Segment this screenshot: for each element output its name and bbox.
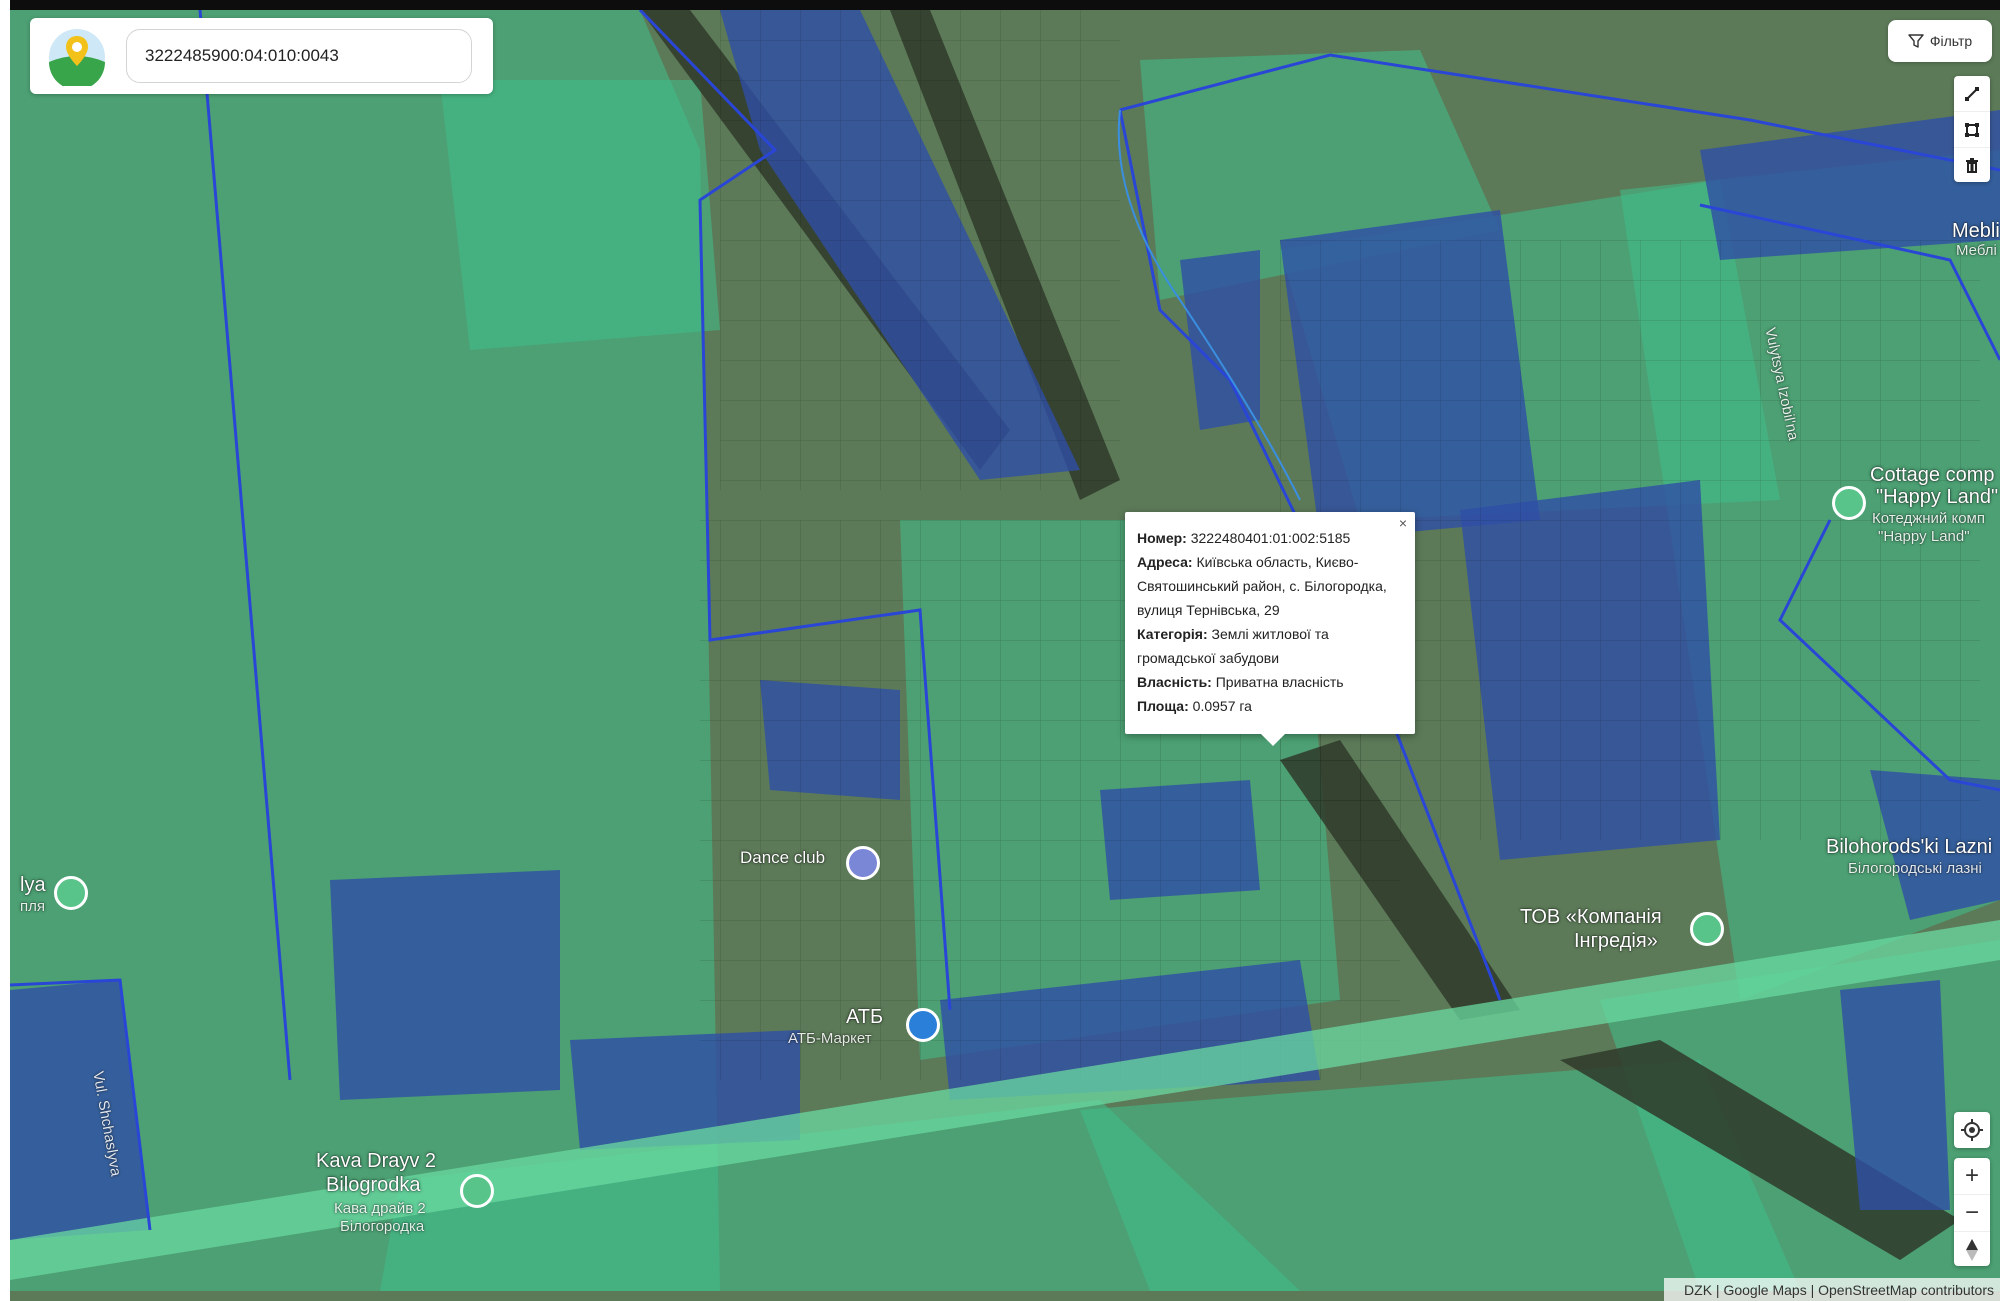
compass-icon bbox=[1966, 1239, 1978, 1261]
tov-pin[interactable] bbox=[1690, 912, 1724, 946]
label-atb-market: АТБ-Маркет bbox=[788, 1030, 872, 1047]
dance-club-pin[interactable] bbox=[846, 846, 880, 880]
crosshair-icon bbox=[1961, 1119, 1983, 1141]
popup-row-ownership: Власність: Приватна власність bbox=[1137, 670, 1403, 694]
label-cottage-1: Cottage comp bbox=[1870, 464, 1995, 486]
left-edge-pin[interactable] bbox=[54, 876, 88, 910]
label-tov-1: ТОВ «Компанія bbox=[1520, 906, 1662, 928]
zoom-out-button[interactable]: − bbox=[1954, 1195, 1990, 1232]
draw-line-button[interactable] bbox=[1954, 76, 1990, 112]
label-kava-drayv-2: Bilogrodka bbox=[326, 1174, 421, 1196]
label-left-edge-2: пля bbox=[20, 898, 45, 915]
kava-drayv-pin[interactable] bbox=[460, 1174, 494, 1208]
filter-icon bbox=[1908, 34, 1924, 48]
cottage-pin[interactable] bbox=[1832, 486, 1866, 520]
label-dance-club: Dance club bbox=[740, 848, 826, 867]
popup-value: Приватна власність bbox=[1211, 674, 1344, 690]
label-cottage-2: "Happy Land" bbox=[1876, 486, 1999, 508]
popup-value: 3222480401:01:002:5185 bbox=[1186, 530, 1351, 546]
app-logo-icon[interactable] bbox=[48, 28, 106, 86]
label-kava-drayv-1: Kava Drayv 2 bbox=[316, 1150, 437, 1172]
label-kava-drayv-4: Білогородка bbox=[340, 1218, 425, 1235]
line-draw-icon bbox=[1965, 86, 1979, 101]
search-panel bbox=[30, 18, 493, 94]
map-attribution[interactable]: DZK | Google Maps | OpenStreetMap contri… bbox=[1664, 1278, 2000, 1301]
label-left-edge-1: lya bbox=[20, 874, 46, 896]
label-cottage-4: "Happy Land" bbox=[1878, 528, 1970, 545]
label-tov-2: Інгредія» bbox=[1574, 930, 1658, 952]
zoom-controls: + − bbox=[1954, 1158, 1990, 1266]
popup-value: 0.0957 га bbox=[1188, 698, 1252, 714]
left-edge-bar bbox=[0, 0, 10, 1301]
compass-button[interactable] bbox=[1954, 1232, 1990, 1268]
draw-polygon-button[interactable] bbox=[1954, 112, 1990, 148]
cadastral-map[interactable] bbox=[10, 10, 2000, 1301]
label-atb: АТБ bbox=[846, 1006, 884, 1028]
popup-close-button[interactable]: × bbox=[1399, 516, 1407, 530]
draw-toolbar bbox=[1954, 76, 1990, 182]
parcel-info-popup: × Номер: 3222480401:01:002:5185 Адреса: … bbox=[1125, 512, 1415, 746]
popup-row-area: Площа: 0.0957 га bbox=[1137, 694, 1403, 718]
label-cottage-3: Котеджний комп bbox=[1872, 510, 1985, 527]
delete-drawing-button[interactable] bbox=[1954, 148, 1990, 183]
polygon-draw-icon bbox=[1965, 122, 1979, 137]
popup-row-category: Категорія: Землі житлової та громадської… bbox=[1137, 622, 1403, 670]
popup-row-address: Адреса: Київська область, Києво-Святошин… bbox=[1137, 550, 1403, 622]
atb-pin[interactable] bbox=[906, 1008, 940, 1042]
zoom-in-button[interactable]: + bbox=[1954, 1158, 1990, 1195]
popup-row-number: Номер: 3222480401:01:002:5185 bbox=[1137, 526, 1403, 550]
trash-icon bbox=[1966, 157, 1978, 173]
popup-label: Адреса: bbox=[1137, 554, 1193, 570]
locate-me-button[interactable] bbox=[1954, 1112, 1990, 1148]
top-edge-bar bbox=[0, 0, 2000, 10]
label-mebli-2: Меблі bbox=[1956, 242, 1997, 259]
popup-label: Номер: bbox=[1137, 530, 1187, 546]
popup-label: Категорія: bbox=[1137, 626, 1208, 642]
label-bilohorodski-2: Білогородські лазні bbox=[1848, 860, 1982, 877]
cadastral-search-input[interactable] bbox=[126, 29, 472, 83]
label-bilohorodski-1: Bilohorods'ki Lazni bbox=[1826, 836, 1993, 858]
map-viewport[interactable]: Dance club АТБ АТБ-Маркет Kava Drayv 2 B… bbox=[10, 10, 2000, 1301]
popup-label: Власність: bbox=[1137, 674, 1212, 690]
label-kava-drayv-3: Кава драйв 2 bbox=[334, 1200, 426, 1217]
popup-label: Площа: bbox=[1137, 698, 1189, 714]
label-mebli-1: Mebli bbox=[1952, 220, 2000, 242]
filter-button-label: Фільтр bbox=[1929, 33, 1973, 49]
filter-button[interactable]: Фільтр bbox=[1888, 20, 1992, 62]
